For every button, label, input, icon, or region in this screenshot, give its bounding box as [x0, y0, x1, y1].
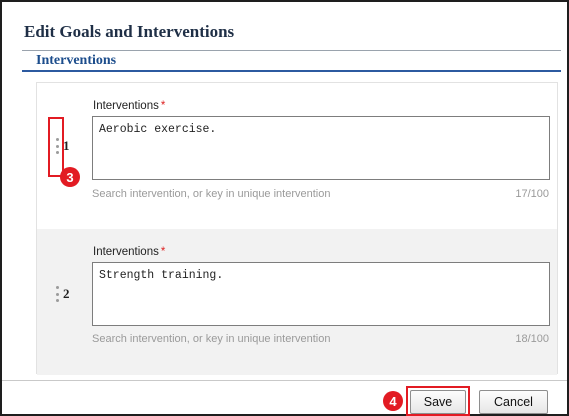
- title-divider: [22, 50, 561, 51]
- item-number: 2: [63, 286, 70, 301]
- character-counter: 17/100: [515, 188, 549, 200]
- interventions-list: 1 Interventions* Search intervention, or…: [36, 82, 558, 375]
- intervention-item: 1 Interventions* Search intervention, or…: [37, 83, 557, 229]
- annotation-highlight-drag: [48, 117, 64, 177]
- intervention-item: 2 Interventions* Search intervention, or…: [37, 229, 557, 375]
- field-label-text: Interventions: [93, 246, 159, 258]
- required-marker: *: [160, 100, 166, 112]
- field-label-text: Interventions: [93, 100, 159, 112]
- interventions-field-label: Interventions *: [93, 100, 165, 112]
- dialog-title: Edit Goals and Interventions: [24, 22, 235, 41]
- section-title: Interventions: [36, 53, 117, 68]
- section-divider: [22, 70, 561, 72]
- interventions-field-label: Interventions *: [93, 246, 165, 258]
- intervention-input[interactable]: [92, 116, 550, 180]
- intervention-input[interactable]: [92, 262, 550, 326]
- character-counter: 18/100: [515, 333, 549, 345]
- cancel-button[interactable]: Cancel: [479, 390, 548, 414]
- edit-goals-dialog: Edit Goals and Interventions Interventio…: [0, 0, 569, 416]
- intervention-hint: Search intervention, or key in unique in…: [92, 188, 331, 200]
- annotation-badge-3: 3: [60, 167, 80, 187]
- save-button[interactable]: Save: [410, 390, 466, 414]
- annotation-badge-4: 4: [383, 391, 403, 411]
- drag-handle-icon[interactable]: [54, 286, 60, 302]
- footer-divider: [2, 380, 567, 381]
- intervention-hint: Search intervention, or key in unique in…: [92, 333, 331, 345]
- required-marker: *: [160, 246, 166, 258]
